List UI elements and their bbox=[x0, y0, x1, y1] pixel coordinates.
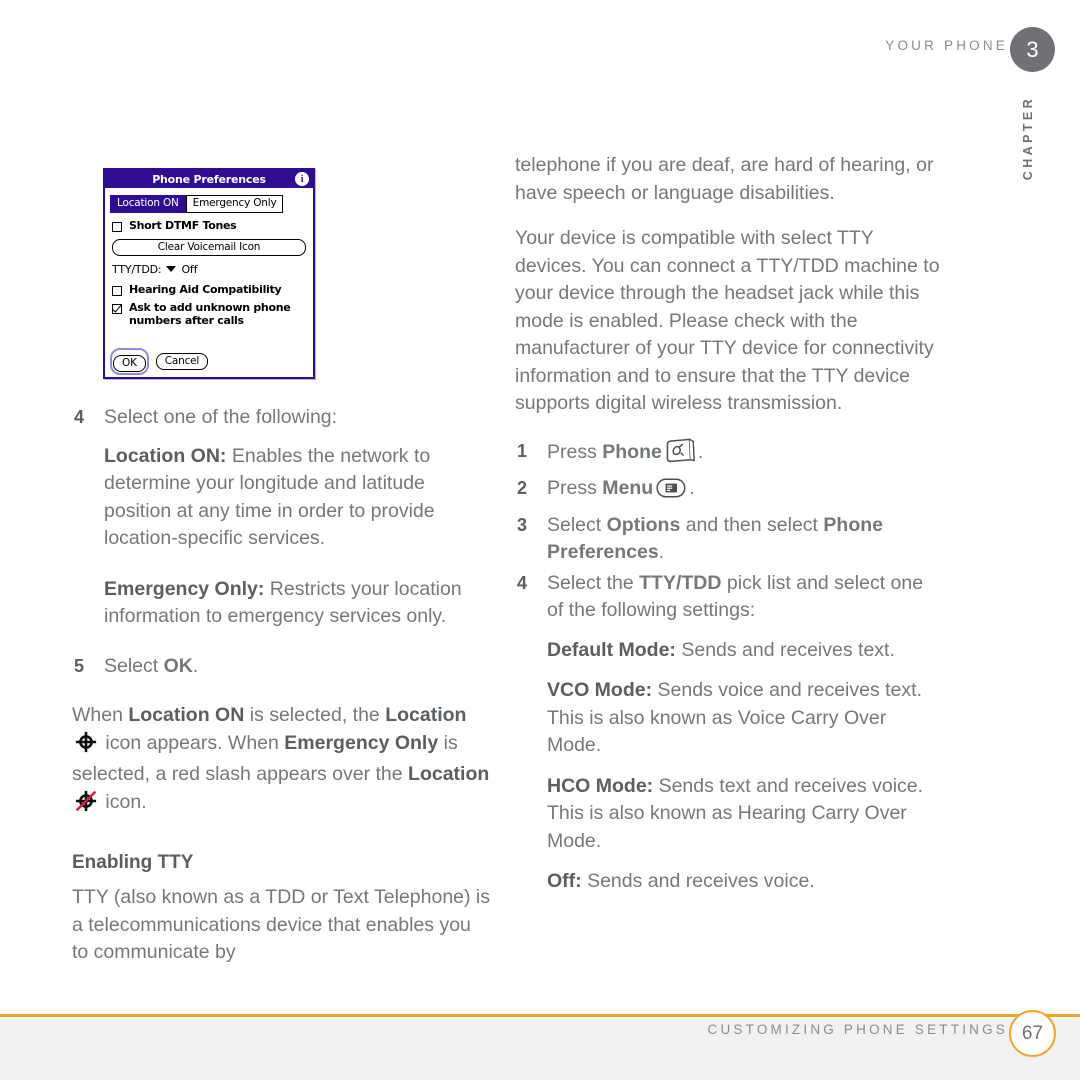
right-step-1: 1 Press Phone. bbox=[515, 438, 940, 473]
right-step-3: 3 Select Options and then select Phone P… bbox=[515, 512, 940, 567]
hearing-aid-label: Hearing Aid Compatibility bbox=[129, 282, 282, 296]
info-icon[interactable]: i bbox=[295, 172, 309, 186]
clear-voicemail-icon-button[interactable]: Clear Voicemail Icon bbox=[112, 238, 306, 256]
location-crosshair-icon bbox=[75, 731, 97, 762]
emergency-only-term: Emergency Only: bbox=[104, 577, 265, 600]
short-dtmf-checkbox-row[interactable]: Short DTMF Tones bbox=[112, 219, 308, 233]
loc-par-b1: Location ON bbox=[128, 704, 245, 726]
right-step-4: 4 Select the TTY/TDD pick list and selec… bbox=[515, 570, 940, 625]
vco-mode-definition: VCO Mode: Sends voice and receives text.… bbox=[515, 677, 940, 760]
dialog-title: Phone Preferences bbox=[152, 172, 266, 186]
location-disabled-icon bbox=[75, 790, 97, 821]
chapter-number-badge: 3 bbox=[1010, 27, 1055, 72]
left-step-5-pre: Select bbox=[104, 654, 164, 677]
right-step-4-number: 4 bbox=[517, 572, 528, 593]
loc-par-part3: icon appears. When bbox=[100, 731, 285, 754]
tty-tdd-label: TTY/TDD: bbox=[112, 262, 162, 276]
tty-tdd-value: Off bbox=[181, 262, 198, 276]
default-mode-definition: Default Mode: Sends and receives text. bbox=[515, 637, 940, 665]
location-icon-paragraph: When Location ON is selected, the Locati… bbox=[72, 702, 492, 820]
phone-key-icon bbox=[664, 438, 696, 473]
right-step-3-bold-options: Options bbox=[606, 513, 681, 536]
right-paragraph-2: Your device is compatible with select TT… bbox=[515, 227, 940, 414]
checkbox-icon-hearing-aid[interactable] bbox=[112, 285, 122, 296]
left-step-5-number: 5 bbox=[74, 655, 85, 676]
tty-tdd-picklist[interactable]: TTY/TDD: Off bbox=[112, 263, 308, 276]
running-head: YOUR PHONE bbox=[885, 38, 1008, 53]
hearing-aid-checkbox-row[interactable]: Hearing Aid Compatibility bbox=[112, 282, 308, 297]
default-mode-term: Default Mode: bbox=[547, 638, 676, 661]
hco-mode-definition: HCO Mode: Sends text and receives voice.… bbox=[515, 773, 940, 856]
loc-par-part1: When bbox=[72, 704, 129, 726]
running-foot: CUSTOMIZING PHONE SETTINGS bbox=[707, 1022, 1008, 1037]
phone-preferences-screenshot: Phone Preferences i Location ON Emergenc… bbox=[103, 168, 315, 379]
cancel-button[interactable]: Cancel bbox=[155, 353, 209, 370]
chevron-down-icon[interactable] bbox=[166, 266, 177, 272]
right-step-2: 2 Press Menu. bbox=[515, 475, 940, 509]
off-mode-term: Off: bbox=[547, 870, 582, 892]
menu-key-icon bbox=[655, 476, 687, 509]
right-step-2-post: . bbox=[689, 477, 695, 499]
page-number-badge: 67 bbox=[1009, 1010, 1056, 1057]
left-step-5: 5 Select OK. bbox=[72, 653, 492, 681]
loc-par-b2: Location bbox=[385, 704, 467, 726]
right-step-2-number: 2 bbox=[517, 478, 528, 498]
right-step-1-number: 1 bbox=[517, 440, 528, 461]
off-mode-definition: Off: Sends and receives voice. bbox=[515, 868, 940, 896]
location-segmented-control[interactable]: Location ON Emergency Only bbox=[110, 195, 308, 213]
right-step-1-bold: Phone bbox=[602, 440, 662, 463]
right-step-4-bold: TTY/TDD bbox=[639, 571, 722, 594]
ok-button[interactable]: OK bbox=[113, 355, 146, 372]
left-step-4-number: 4 bbox=[74, 407, 85, 427]
right-step-3-post: . bbox=[658, 541, 665, 563]
loc-par-b3: Emergency Only bbox=[284, 731, 439, 754]
vco-mode-term: VCO Mode: bbox=[547, 679, 653, 701]
right-step-1-post: . bbox=[697, 440, 704, 463]
loc-par-b4: Location bbox=[408, 763, 490, 785]
segment-location-on[interactable]: Location ON bbox=[110, 195, 186, 213]
left-step-4: 4 Select one of the following: bbox=[72, 404, 492, 432]
dialog-button-row: OK Cancel bbox=[105, 348, 313, 375]
right-paragraph-1: telephone if you are deaf, are hard of h… bbox=[515, 154, 934, 204]
short-dtmf-label: Short DTMF Tones bbox=[129, 219, 237, 232]
right-step-3-pre: Select bbox=[547, 513, 607, 536]
right-step-2-bold: Menu bbox=[602, 477, 654, 499]
location-on-definition: Location ON: Enables the network to dete… bbox=[72, 443, 492, 553]
checkbox-icon-short-dtmf[interactable] bbox=[112, 222, 122, 232]
loc-par-part2: is selected, the bbox=[244, 704, 386, 726]
ask-add-unknown-label-line2: numbers after calls bbox=[129, 313, 244, 327]
tty-intro-paragraph: TTY (also known as a TDD or Text Telepho… bbox=[72, 886, 491, 963]
left-column: 4 Select one of the following: Location … bbox=[72, 404, 492, 985]
chapter-label-vertical: CHAPTER bbox=[1021, 96, 1035, 181]
hco-mode-term: HCO Mode: bbox=[547, 774, 654, 797]
right-step-3-mid: and then select bbox=[680, 513, 824, 536]
segment-emergency-only[interactable]: Emergency Only bbox=[185, 195, 284, 213]
left-step-4-text: Select one of the following: bbox=[104, 406, 338, 428]
location-on-term: Location ON: bbox=[104, 444, 227, 467]
off-mode-body: Sends and receives voice. bbox=[581, 870, 815, 892]
left-step-5-post: . bbox=[192, 654, 199, 677]
ask-add-unknown-checkbox-row[interactable]: Ask to add unknown phone numbers after c… bbox=[112, 301, 308, 327]
right-step-1-pre: Press bbox=[547, 440, 603, 463]
right-column: telephone if you are deaf, are hard of h… bbox=[515, 152, 940, 896]
right-step-2-pre: Press bbox=[547, 477, 603, 499]
ok-button-focus-ring: OK bbox=[110, 348, 149, 375]
ask-add-unknown-label-line1: Ask to add unknown phone bbox=[129, 301, 291, 314]
left-step-5-bold: OK bbox=[163, 654, 193, 677]
dialog-body: Location ON Emergency Only Short DTMF To… bbox=[105, 188, 313, 327]
right-step-4-pre: Select the bbox=[547, 571, 640, 594]
right-step-3-number: 3 bbox=[517, 514, 528, 535]
loc-par-part5: icon. bbox=[100, 790, 147, 813]
emergency-only-definition: Emergency Only: Restricts your location … bbox=[72, 576, 492, 631]
checkbox-icon-ask-add-unknown[interactable] bbox=[112, 304, 122, 314]
default-mode-body: Sends and receives text. bbox=[675, 638, 895, 661]
footer-rule bbox=[0, 1014, 1080, 1017]
dialog-titlebar: Phone Preferences i bbox=[105, 170, 313, 188]
enabling-tty-heading: Enabling TTY bbox=[72, 852, 194, 873]
